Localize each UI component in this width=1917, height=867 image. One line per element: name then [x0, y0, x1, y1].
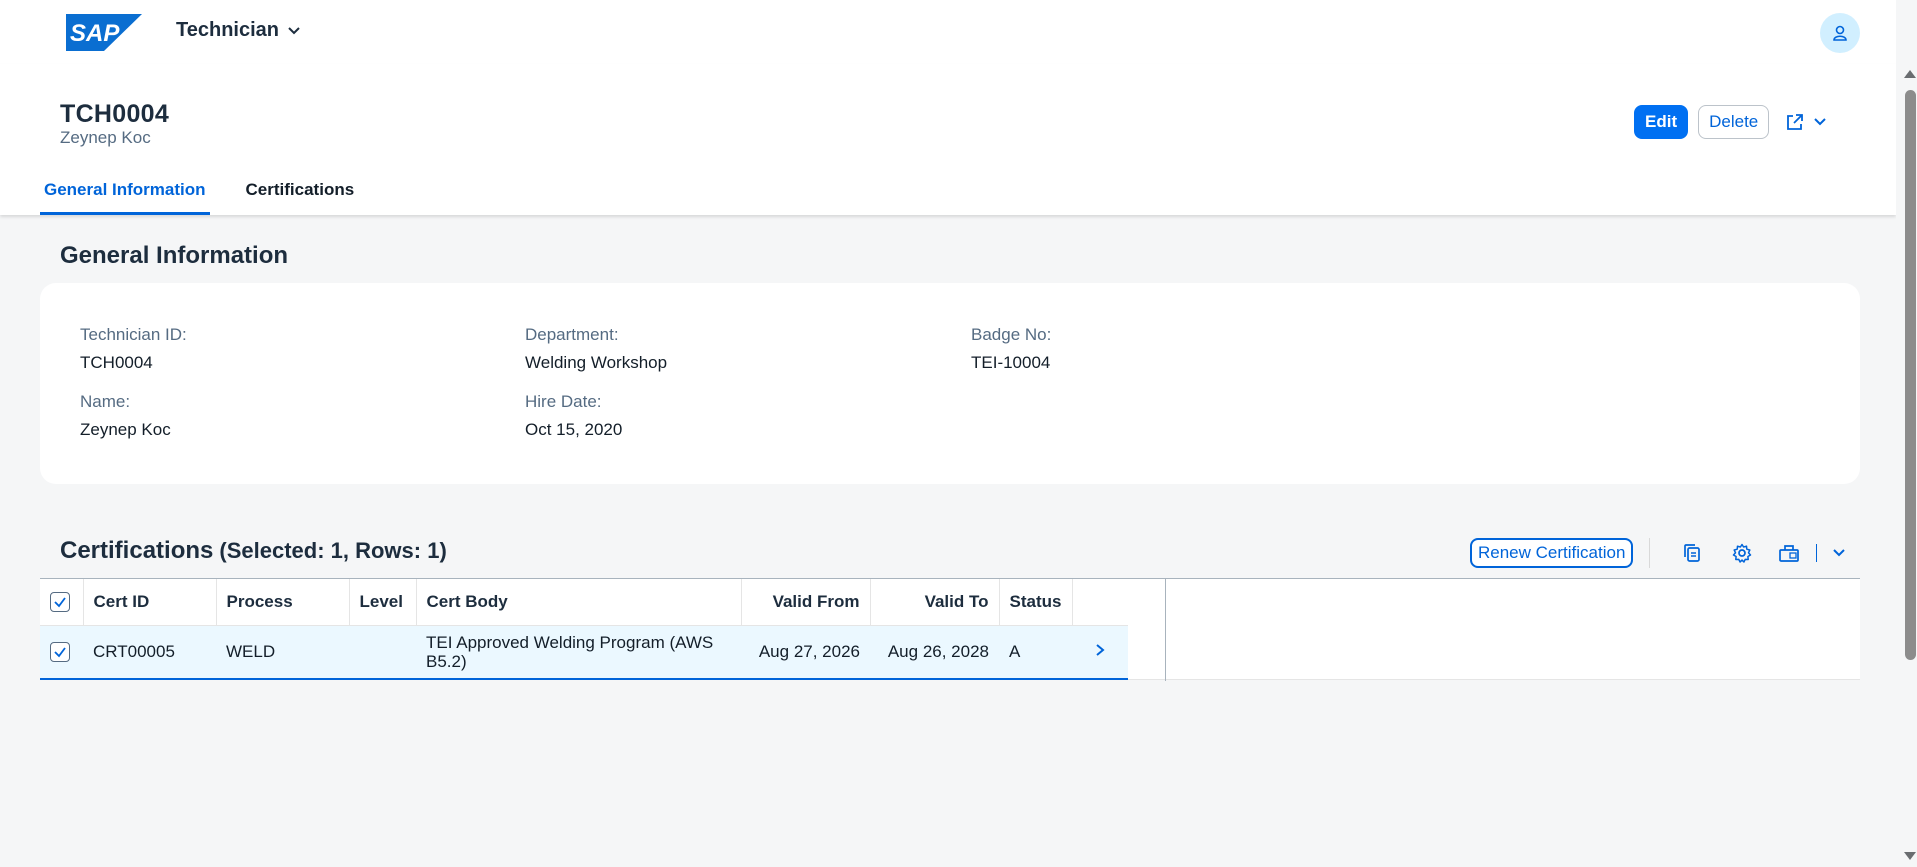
export-button[interactable]	[1774, 536, 1804, 570]
field-name: Name: Zeynep Koc	[80, 392, 171, 440]
checkmark-icon	[54, 597, 66, 608]
select-all-cell	[40, 579, 84, 626]
settings-button[interactable]	[1724, 536, 1760, 570]
renew-certification-button[interactable]: Renew Certification	[1470, 538, 1634, 568]
column-header-cert-body[interactable]: Cert Body	[416, 579, 742, 626]
cell-valid-from: Aug 27, 2026	[741, 625, 870, 680]
column-header-valid-from[interactable]: Valid From	[741, 579, 871, 626]
toolbar-separator	[1816, 544, 1818, 562]
field-value: TCH0004	[80, 353, 153, 372]
chevron-down-icon	[288, 26, 300, 34]
chevron-down-icon	[1814, 118, 1826, 126]
sap-logo[interactable]: SAP	[66, 14, 142, 51]
certifications-table: Cert ID Process Level Cert Body Valid Fr…	[40, 578, 1860, 681]
object-header: TCH0004 Zeynep Koc Edit Delete General I…	[0, 64, 1896, 215]
field-label: Name:	[80, 392, 131, 411]
cell-level	[349, 625, 416, 680]
cell-process: WELD	[216, 625, 349, 680]
export-spreadsheet-icon	[1779, 545, 1800, 562]
column-header-process[interactable]: Process	[216, 579, 350, 626]
field-label: Badge No:	[971, 325, 1052, 344]
tab-certifications[interactable]: Certifications	[242, 164, 359, 215]
column-header-cert-id[interactable]: Cert ID	[83, 579, 217, 626]
field-label: Hire Date:	[525, 392, 602, 411]
field-department: Department: Welding Workshop	[525, 325, 667, 373]
app-title-menu[interactable]: Technician	[176, 19, 301, 42]
toolbar-separator	[1649, 538, 1651, 568]
field-label: Technician ID:	[80, 325, 187, 344]
cell-navigation[interactable]	[1072, 625, 1128, 680]
share-icon	[1787, 114, 1804, 130]
cell-cert-id: CRT00005	[83, 625, 216, 680]
checkmark-icon	[54, 647, 66, 658]
field-value: Oct 15, 2020	[525, 420, 623, 439]
object-title: TCH0004	[60, 100, 170, 128]
edit-button[interactable]: Edit	[1634, 105, 1689, 139]
field-badge-no: Badge No: TEI-10004	[971, 325, 1051, 373]
table-header-row: Cert ID Process Level Cert Body Valid Fr…	[40, 579, 1128, 626]
table-toolbar: Renew Certification	[1470, 536, 1849, 570]
app-title: Technician	[176, 19, 279, 41]
object-subtitle: Zeynep Koc	[60, 128, 151, 147]
general-information-title: General Information	[60, 242, 289, 269]
certifications-title: Certifications (Selected: 1, Rows: 1)	[60, 537, 447, 565]
field-value: Zeynep Koc	[80, 420, 171, 439]
field-value: TEI-10004	[971, 353, 1051, 372]
field-hire-date: Hire Date: Oct 15, 2020	[525, 392, 622, 440]
logo-text: SAP	[70, 20, 120, 47]
person-icon	[1833, 25, 1847, 41]
field-label: Department:	[525, 325, 619, 344]
scroll-up-arrow-icon[interactable]	[1904, 70, 1916, 78]
gear-icon	[1733, 543, 1752, 563]
delete-button[interactable]: Delete	[1698, 105, 1770, 139]
cell-cert-body: TEI Approved Welding Program (AWS B5.2)	[416, 625, 741, 680]
chevron-right-icon	[1096, 644, 1105, 657]
general-information-card: Technician ID: TCH0004 Department: Weldi…	[40, 283, 1860, 484]
select-all-checkbox[interactable]	[50, 592, 70, 612]
export-menu-button[interactable]	[1829, 536, 1849, 570]
cell-status: A	[999, 625, 1072, 680]
column-header-level[interactable]: Level	[349, 579, 417, 626]
column-header-valid-to[interactable]: Valid To	[870, 579, 1000, 626]
tab-general-information[interactable]: General Information	[40, 164, 210, 215]
field-technician-id: Technician ID: TCH0004	[80, 325, 187, 373]
section-tabs: General Information Certifications	[40, 164, 390, 215]
cell-valid-to: Aug 26, 2028	[870, 625, 999, 680]
copy-button[interactable]	[1674, 536, 1710, 570]
certifications-heading: Certifications	[60, 537, 214, 564]
field-value: Welding Workshop	[525, 353, 668, 372]
certifications-count: (Selected: 1, Rows: 1)	[219, 538, 447, 563]
table-edge	[1165, 579, 1166, 681]
shell-bar: SAP Technician	[0, 0, 1896, 64]
chevron-down-icon	[1833, 549, 1846, 557]
table-row[interactable]: CRT00005 WELD TEI Approved Welding Progr…	[40, 625, 1128, 680]
user-avatar[interactable]	[1820, 13, 1860, 53]
row-select-cell	[40, 625, 83, 680]
scrollbar-thumb[interactable]	[1905, 90, 1916, 660]
certifications-grid: Cert ID Process Level Cert Body Valid Fr…	[40, 579, 1128, 680]
copy-icon	[1684, 544, 1701, 562]
row-checkbox[interactable]	[50, 642, 70, 662]
share-menu-button[interactable]	[1779, 105, 1833, 139]
header-actions: Edit Delete	[1634, 105, 1833, 139]
scroll-down-arrow-icon[interactable]	[1904, 852, 1916, 860]
column-header-status[interactable]: Status	[999, 579, 1073, 626]
column-header-navigation	[1072, 579, 1128, 626]
